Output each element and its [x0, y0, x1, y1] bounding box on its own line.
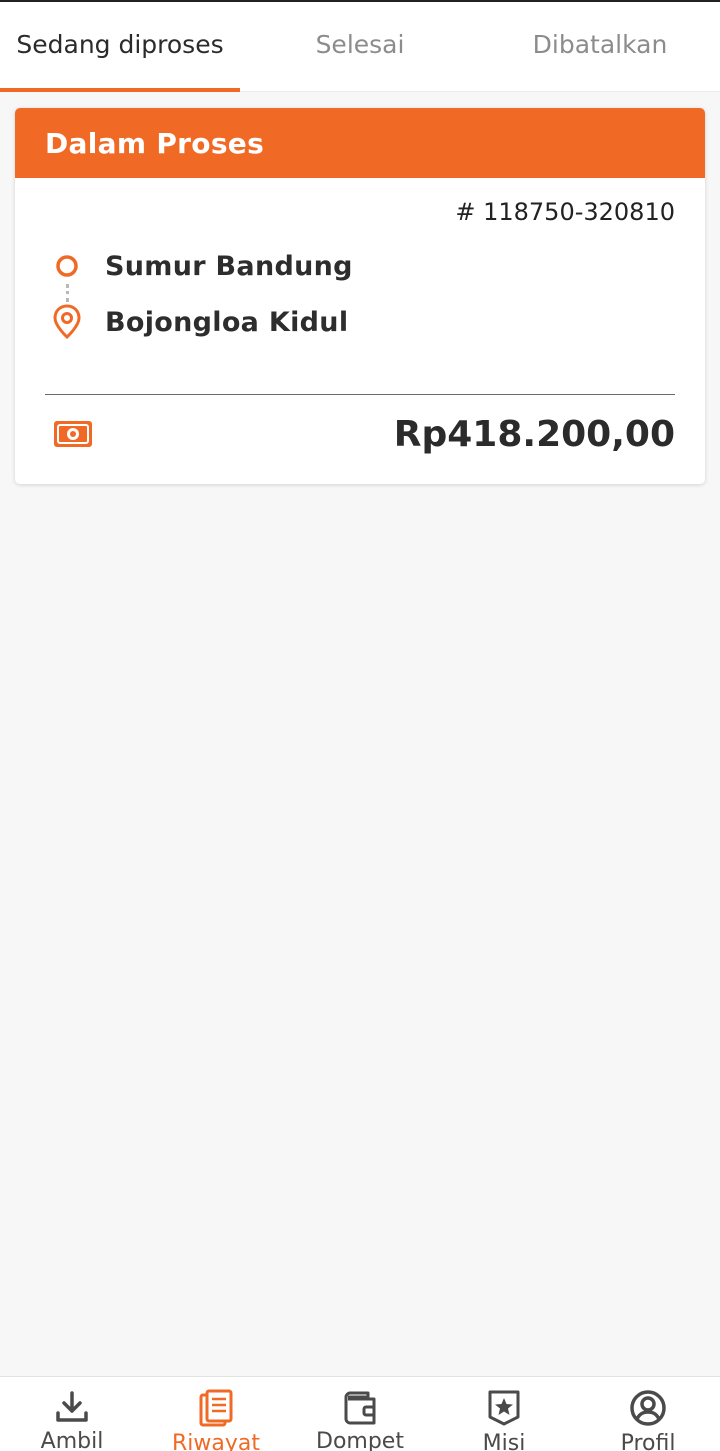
nav-label-profil: Profil — [620, 1431, 676, 1451]
download-icon — [52, 1389, 92, 1425]
nav-label-ambil: Ambil — [40, 1429, 104, 1451]
nav-item-dompet[interactable]: Dompet — [288, 1377, 432, 1451]
destination-row: Bojongloa Kidul — [51, 304, 353, 340]
wallet-icon — [340, 1389, 380, 1425]
nav-item-ambil[interactable]: Ambil — [0, 1377, 144, 1451]
profile-icon — [628, 1389, 668, 1427]
divider — [45, 394, 675, 395]
origin-label: Sumur Bandung — [105, 250, 353, 282]
order-card[interactable]: Dalam Proses # 118750-320810 Sumur Bandu… — [15, 108, 705, 484]
order-status-tabs: Sedang diproses Selesai Dibatalkan — [0, 2, 720, 92]
nav-label-dompet: Dompet — [316, 1429, 404, 1451]
tab-selesai[interactable]: Selesai — [240, 2, 480, 91]
history-icon — [196, 1389, 236, 1427]
cash-icon — [53, 420, 93, 452]
order-price: Rp418.200,00 — [393, 414, 675, 455]
nav-item-riwayat[interactable]: Riwayat — [144, 1377, 288, 1451]
bottom-navigation: Ambil Riwayat Dompet Misi Profil — [0, 1376, 720, 1451]
nav-label-misi: Misi — [482, 1431, 526, 1451]
route-connector — [66, 284, 69, 302]
nav-item-misi[interactable]: Misi — [432, 1377, 576, 1451]
order-status-header: Dalam Proses — [15, 108, 705, 178]
origin-row: Sumur Bandung — [51, 248, 353, 284]
location-pin-icon — [51, 304, 83, 340]
order-id: # 118750-320810 — [455, 198, 675, 226]
nav-item-profil[interactable]: Profil — [576, 1377, 720, 1451]
route: Sumur Bandung Bojongloa Kidul — [51, 248, 353, 340]
destination-label: Bojongloa Kidul — [105, 306, 349, 338]
mission-star-icon — [484, 1389, 524, 1427]
origin-circle-icon — [51, 248, 83, 284]
tab-dibatalkan[interactable]: Dibatalkan — [480, 2, 720, 91]
nav-label-riwayat: Riwayat — [172, 1431, 260, 1451]
tab-sedang-diproses[interactable]: Sedang diproses — [0, 2, 240, 92]
